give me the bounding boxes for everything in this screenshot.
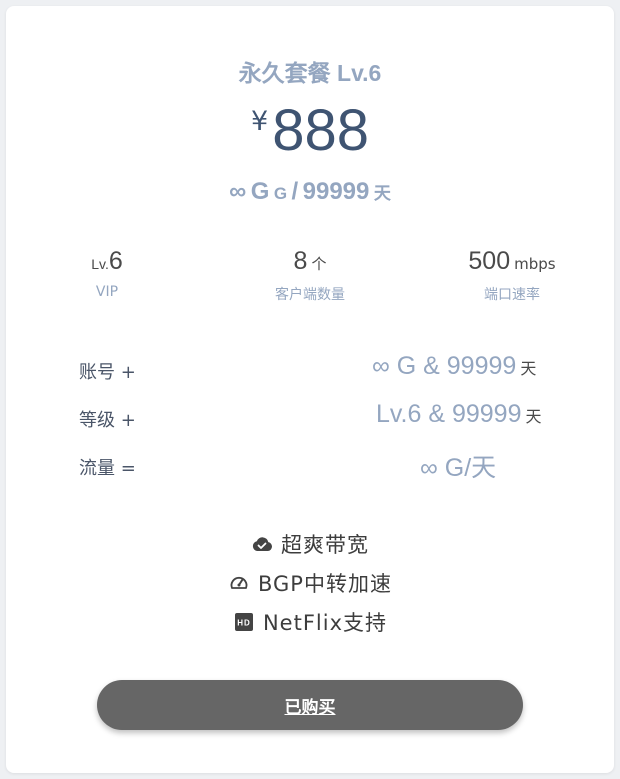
formula-level-amount: Lv.6 & 99999 (376, 400, 522, 428)
feature-item-netflix: HD NetFlix支持 (6, 602, 614, 641)
stat-clients-unit: 个 (311, 255, 327, 273)
formula-row-account: 账号 + ∞ G & 99999 天 (6, 352, 614, 392)
formula-account-unit: 天 (520, 359, 537, 378)
cloud-check-icon (251, 533, 273, 555)
price-currency: ¥ (251, 106, 269, 137)
svg-text:HD: HD (237, 618, 251, 627)
formula-account-label: 账号 + (79, 362, 136, 383)
price: ¥888 (6, 98, 614, 164)
stat-level-prefix: Lv. (91, 256, 109, 272)
stat-clients-value: 8 (293, 247, 308, 275)
formula-traffic-label: 流量 = (79, 458, 136, 479)
formula-level-label: 等级 + (79, 410, 136, 431)
speedometer-icon (228, 572, 250, 594)
formula-account-value: ∞ G & 99999 天 (372, 352, 536, 381)
feature-bgp-label: BGP中转加速 (258, 571, 392, 596)
stat-speed-label: 端口速率 (484, 287, 540, 303)
quota-unit: G (250, 178, 270, 205)
stat-speed: 500 mbps 端口速率 (422, 244, 602, 304)
plan-title: 永久套餐 Lv.6 (238, 60, 382, 86)
quota-days: 99999 (302, 178, 370, 205)
plan-stats: Lv.6 VIP 8个 客户端数量 500 mbps 端口速率 (6, 244, 614, 314)
formula-row-traffic: 流量 = ∞ G/天 (6, 448, 614, 488)
stat-speed-value: 500 (468, 247, 511, 275)
price-value: 888 (272, 98, 369, 163)
purchased-button[interactable]: 已购买 (97, 680, 523, 730)
plan-card: 永久套餐 Lv.6 ¥888 ∞ G G / 99999 天 Lv.6 VIP … (6, 6, 614, 773)
quota-days-unit: 天 (373, 184, 391, 203)
feature-netflix-label: NetFlix支持 (262, 610, 388, 635)
formula-row-level: 等级 + Lv.6 & 99999 天 (6, 400, 614, 440)
stat-level: Lv.6 VIP (17, 244, 197, 300)
quota-summary: ∞ G G / 99999 天 (6, 178, 614, 206)
stat-level-label: VIP (95, 284, 119, 300)
quota-unit-small: G (273, 184, 288, 203)
formula-level-value: Lv.6 & 99999 天 (376, 400, 542, 429)
quota-infinity: ∞ (229, 178, 247, 205)
feature-item-bandwidth: 超爽带宽 (6, 524, 614, 563)
hd-icon: HD (233, 611, 255, 633)
formula-traffic-value: ∞ G/天 (420, 454, 497, 482)
formula-level-unit: 天 (525, 407, 542, 426)
stat-speed-unit: mbps (514, 255, 556, 273)
stat-level-value: 6 (108, 247, 123, 275)
feature-list: 超爽带宽 BGP中转加速 HD NetFlix支持 (6, 524, 614, 641)
stat-clients-label: 客户端数量 (275, 287, 345, 303)
feature-item-bgp: BGP中转加速 (6, 563, 614, 602)
feature-bandwidth-label: 超爽带宽 (281, 532, 369, 557)
quota-separator: / (291, 178, 299, 205)
stat-clients: 8个 客户端数量 (220, 244, 400, 304)
formula-account-amount: ∞ G & 99999 (372, 352, 517, 380)
